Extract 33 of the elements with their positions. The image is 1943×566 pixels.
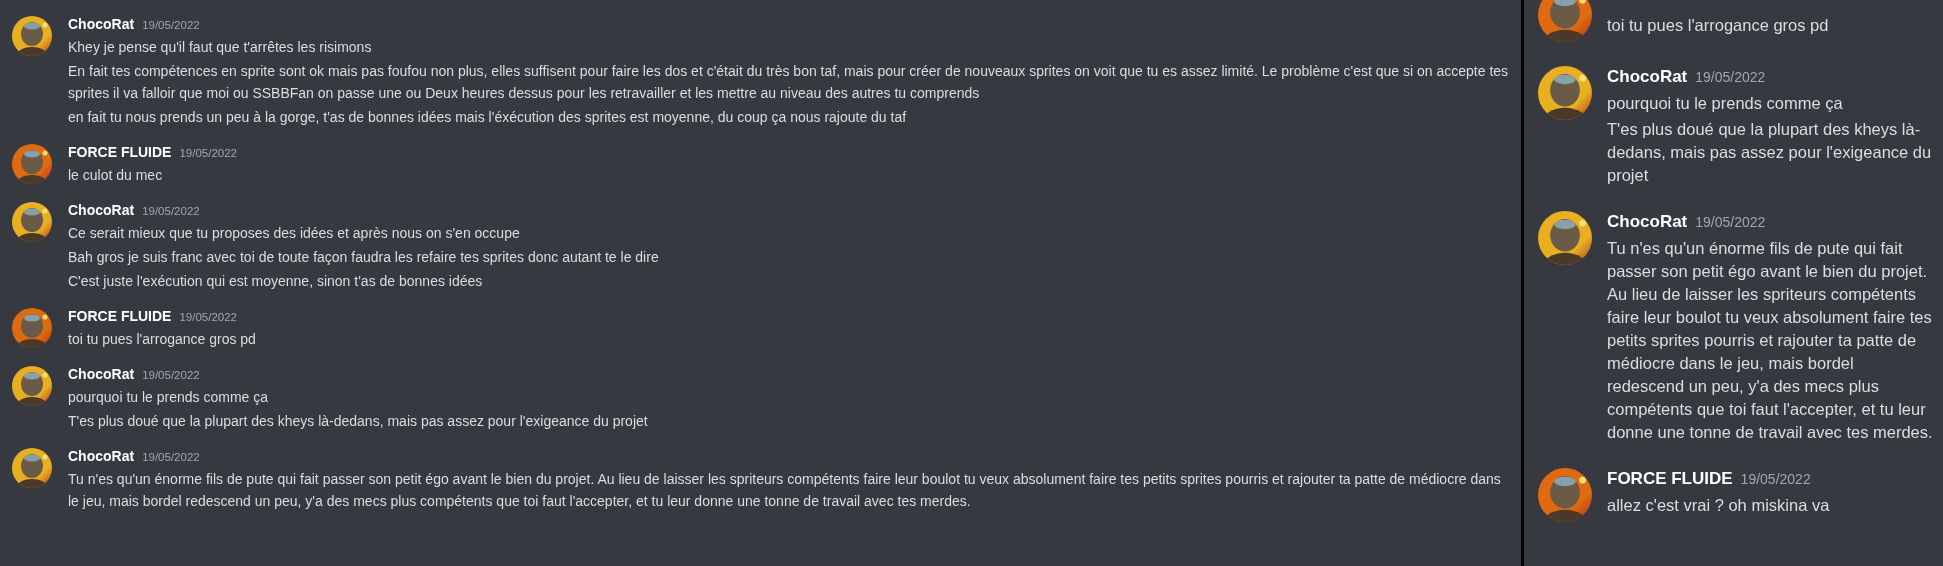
timestamp: 19/05/2022 bbox=[1740, 470, 1811, 489]
timestamp: 19/05/2022 bbox=[142, 204, 200, 219]
message-text: en fait tu nous prends un peu à la gorge, t'as de bonnes idées mais l'éxécution des sprites est moyenne, du coup ça nous rajoute du taf bbox=[68, 108, 908, 127]
message-text: allez c'est vrai ? oh miskina va bbox=[1607, 495, 1831, 516]
username[interactable]: ChocoRat bbox=[68, 14, 135, 34]
message-text: toi tu pues l'arrogance gros pd bbox=[1607, 15, 1830, 36]
message-text: Khey je pense qu'il faut que t'arrêtes les risimons bbox=[68, 38, 373, 57]
message-text: Tu n'es qu'un énorme fils de pute qui fait passer son petit égo avant le bien du projet. Au lieu de laisser les spriteurs compétents faire leur boulot tu veux absolument faire tes petits sprites pourris et rajouter ta patte de médiocre dans le jeu, mais bordel redescend un peu, y'a des mecs plus compétents que toi faut l'accepter, et tu leur donne une tonne de travail avec tes merdes. bbox=[68, 470, 1502, 511]
username[interactable]: ChocoRat bbox=[68, 200, 135, 220]
username[interactable]: ChocoRat bbox=[68, 446, 135, 466]
timestamp: 19/05/2022 bbox=[142, 368, 200, 383]
message-text: pourquoi tu le prends comme ça bbox=[1607, 93, 1844, 114]
username[interactable]: ChocoRat bbox=[68, 364, 135, 384]
timestamp: 19/05/2022 bbox=[1695, 68, 1766, 87]
message-text: Tu n'es qu'un énorme fils de pute qui fait passer son petit égo avant le bien du projet. Au lieu de laisser les spriteurs compétents faire leur boulot tu veux absolument faire tes petits sprites pourris et rajouter ta patte de médiocre dans le jeu, mais bordel redescend un peu, y'a des mecs plus compétents que toi faut l'accepter, et tu leur donne une tonne de travail avec tes merdes. bbox=[1607, 238, 1934, 443]
timestamp: 19/05/2022 bbox=[142, 18, 200, 33]
message-text: T'es plus doué que la plupart des kheys là-dedans, mais pas assez pour l'exigeance du projet bbox=[68, 412, 649, 431]
message-text: le culot du mec bbox=[68, 166, 164, 185]
username[interactable]: ChocoRat bbox=[1607, 209, 1688, 234]
username[interactable]: ChocoRat bbox=[1607, 64, 1688, 89]
username[interactable]: FORCE FLUIDE bbox=[68, 142, 172, 162]
timestamp: 19/05/2022 bbox=[179, 310, 237, 325]
message-text: C'est juste l'exécution qui est moyenne, sinon t'as de bonnes idées bbox=[68, 272, 484, 291]
message-text: T'es plus doué que la plupart des kheys là-dedans, mais pas assez pour l'exigeance du projet bbox=[1607, 119, 1933, 186]
timestamp: 19/05/2022 bbox=[179, 146, 237, 161]
timestamp: 19/05/2022 bbox=[142, 450, 200, 465]
username[interactable]: FORCE FLUIDE bbox=[68, 306, 172, 326]
message-text: Bah gros je suis franc avec toi de toute façon faudra les refaire tes sprites donc autant te le dire bbox=[68, 248, 660, 267]
username[interactable]: FORCE FLUIDE bbox=[1607, 466, 1733, 491]
message-text: toi tu pues l'arrogance gros pd bbox=[68, 330, 257, 349]
message-text: pourquoi tu le prends comme ça bbox=[68, 388, 269, 407]
timestamp: 19/05/2022 bbox=[1695, 213, 1766, 232]
message-text: Ce serait mieux que tu proposes des idées et après nous on s'en occupe bbox=[68, 224, 521, 243]
